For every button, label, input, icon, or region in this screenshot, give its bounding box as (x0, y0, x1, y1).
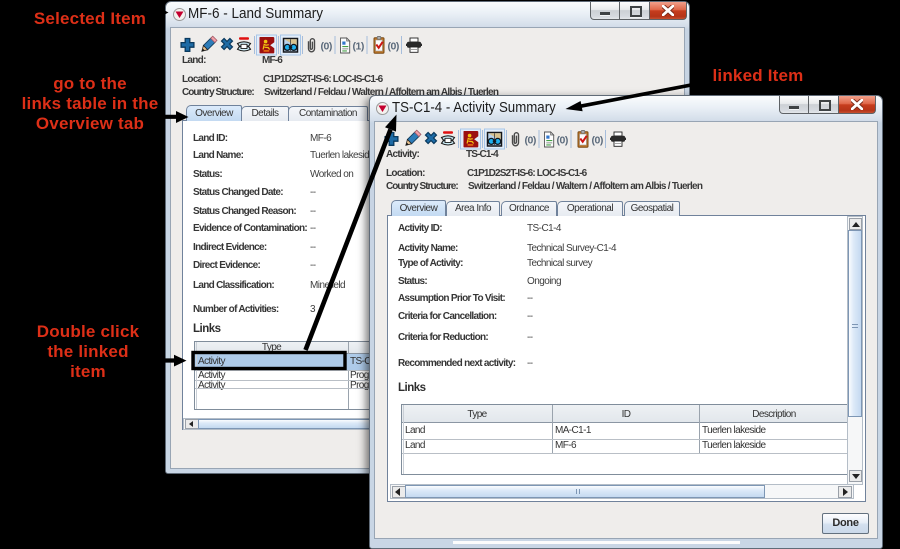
svg-text:(0): (0) (321, 40, 332, 52)
svg-text:(0): (0) (388, 40, 399, 52)
svg-text:(0): (0) (557, 134, 568, 146)
svg-text:(1): (1) (353, 40, 364, 52)
